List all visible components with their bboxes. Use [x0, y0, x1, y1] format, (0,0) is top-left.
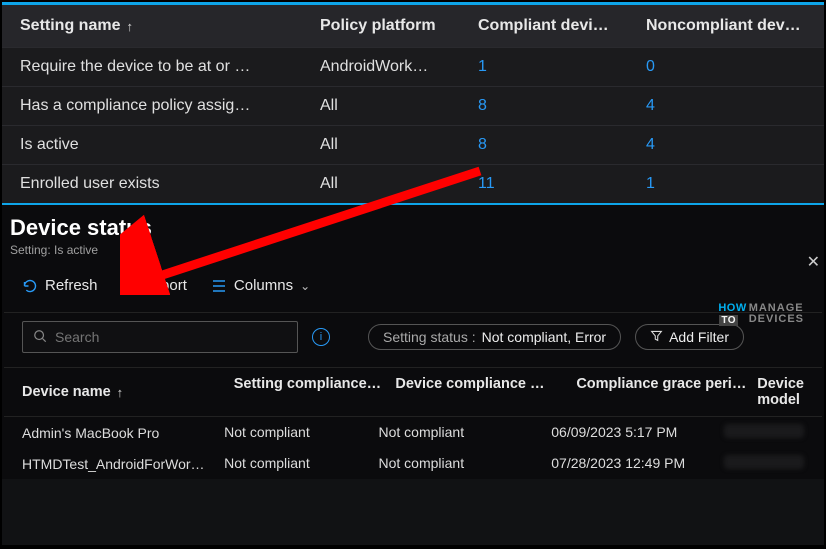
- grace-period: 06/09/2023 5:17 PM: [551, 424, 724, 441]
- toolbar: Refresh Export Columns ⌄: [4, 273, 822, 312]
- page-subtitle: Setting: Is active: [4, 241, 822, 273]
- settings-table: Setting name ↑ Policy platform Compliant…: [2, 5, 824, 203]
- setting-name: Enrolled user exists: [20, 175, 320, 193]
- refresh-button[interactable]: Refresh: [22, 277, 98, 294]
- policy-platform: All: [320, 97, 478, 115]
- download-icon: [122, 278, 137, 293]
- device-name: Admin's MacBook Pro: [22, 424, 224, 441]
- search-icon: [33, 329, 47, 346]
- col-device-name[interactable]: Device name ↑: [22, 376, 234, 408]
- filter-bar: i Setting status : Not compliant, Error …: [4, 312, 822, 367]
- logo-how: HOW: [718, 302, 746, 314]
- noncompliant-count[interactable]: 1: [646, 175, 655, 192]
- search-input[interactable]: [55, 329, 287, 345]
- chevron-down-icon: ⌄: [300, 279, 310, 293]
- noncompliant-count[interactable]: 0: [646, 58, 655, 75]
- col-setting-name[interactable]: Setting name ↑: [20, 17, 320, 35]
- export-button[interactable]: Export: [122, 277, 187, 294]
- refresh-icon: [22, 278, 38, 294]
- compliant-count[interactable]: 8: [478, 97, 487, 114]
- noncompliant-count[interactable]: 4: [646, 97, 655, 114]
- add-filter-button[interactable]: Add Filter: [635, 324, 744, 350]
- policy-platform: All: [320, 175, 478, 193]
- col-device-compliance[interactable]: Device compliance …: [395, 376, 576, 408]
- device-row[interactable]: HTMDTest_AndroidForWor… Not compliant No…: [4, 448, 822, 479]
- info-icon[interactable]: i: [312, 328, 330, 346]
- device-row[interactable]: Admin's MacBook Pro Not compliant Not co…: [4, 417, 822, 448]
- compliant-count[interactable]: 11: [478, 175, 495, 192]
- logo-to: TO: [719, 315, 738, 326]
- settings-header-row: Setting name ↑ Policy platform Compliant…: [2, 5, 824, 47]
- col-setting-name-label: Setting name: [20, 17, 120, 35]
- col-compliant[interactable]: Compliant devi…: [478, 17, 646, 35]
- device-compliance: Not compliant: [379, 455, 552, 472]
- col-policy-platform[interactable]: Policy platform: [320, 17, 478, 35]
- columns-icon: [211, 279, 227, 293]
- filter-icon: [650, 329, 663, 345]
- status-filter-label: Setting status :: [383, 329, 476, 345]
- device-model: [724, 455, 804, 472]
- logo-line2: DEVICES: [749, 314, 804, 325]
- setting-compliance: Not compliant: [224, 455, 378, 472]
- table-row[interactable]: Require the device to be at or … Android…: [2, 47, 824, 86]
- sort-asc-icon: ↑: [126, 19, 133, 34]
- device-status-panel: Device status Setting: Is active Refresh…: [2, 205, 824, 479]
- setting-name: Require the device to be at or …: [20, 58, 320, 76]
- status-filter-value: Not compliant, Error: [482, 329, 606, 345]
- col-setting-compliance[interactable]: Setting compliance…: [234, 376, 396, 408]
- columns-label: Columns: [234, 277, 293, 294]
- close-icon[interactable]: ✕: [807, 252, 820, 272]
- search-input-wrapper[interactable]: [22, 321, 298, 353]
- setting-name: Has a compliance policy assig…: [20, 97, 320, 115]
- device-model: [724, 424, 804, 441]
- device-compliance: Not compliant: [379, 424, 552, 441]
- status-filter-pill[interactable]: Setting status : Not compliant, Error: [368, 324, 621, 350]
- watermark-logo: HOW TO MANAGE DEVICES: [718, 302, 804, 326]
- compliant-count[interactable]: 1: [478, 58, 487, 75]
- add-filter-label: Add Filter: [669, 329, 729, 345]
- export-label: Export: [144, 277, 187, 294]
- grace-period: 07/28/2023 12:49 PM: [551, 455, 724, 472]
- col-noncompliant[interactable]: Noncompliant dev…: [646, 17, 806, 35]
- col-device-model[interactable]: Device model: [757, 376, 804, 408]
- columns-button[interactable]: Columns ⌄: [211, 277, 310, 294]
- device-name: HTMDTest_AndroidForWor…: [22, 455, 224, 472]
- setting-name: Is active: [20, 136, 320, 154]
- policy-platform: AndroidWork…: [320, 58, 478, 76]
- table-row[interactable]: Has a compliance policy assig… All 8 4: [2, 86, 824, 125]
- table-row[interactable]: Enrolled user exists All 11 1: [2, 164, 824, 203]
- setting-compliance: Not compliant: [224, 424, 378, 441]
- page-title: Device status: [4, 215, 822, 241]
- refresh-label: Refresh: [45, 277, 98, 294]
- compliant-count[interactable]: 8: [478, 136, 487, 153]
- device-grid-header: Device name ↑ Setting compliance… Device…: [4, 367, 822, 417]
- col-grace-period[interactable]: Compliance grace peri…: [576, 376, 757, 408]
- sort-asc-icon: ↑: [117, 385, 124, 400]
- table-row[interactable]: Is active All 8 4: [2, 125, 824, 164]
- noncompliant-count[interactable]: 4: [646, 136, 655, 153]
- policy-platform: All: [320, 136, 478, 154]
